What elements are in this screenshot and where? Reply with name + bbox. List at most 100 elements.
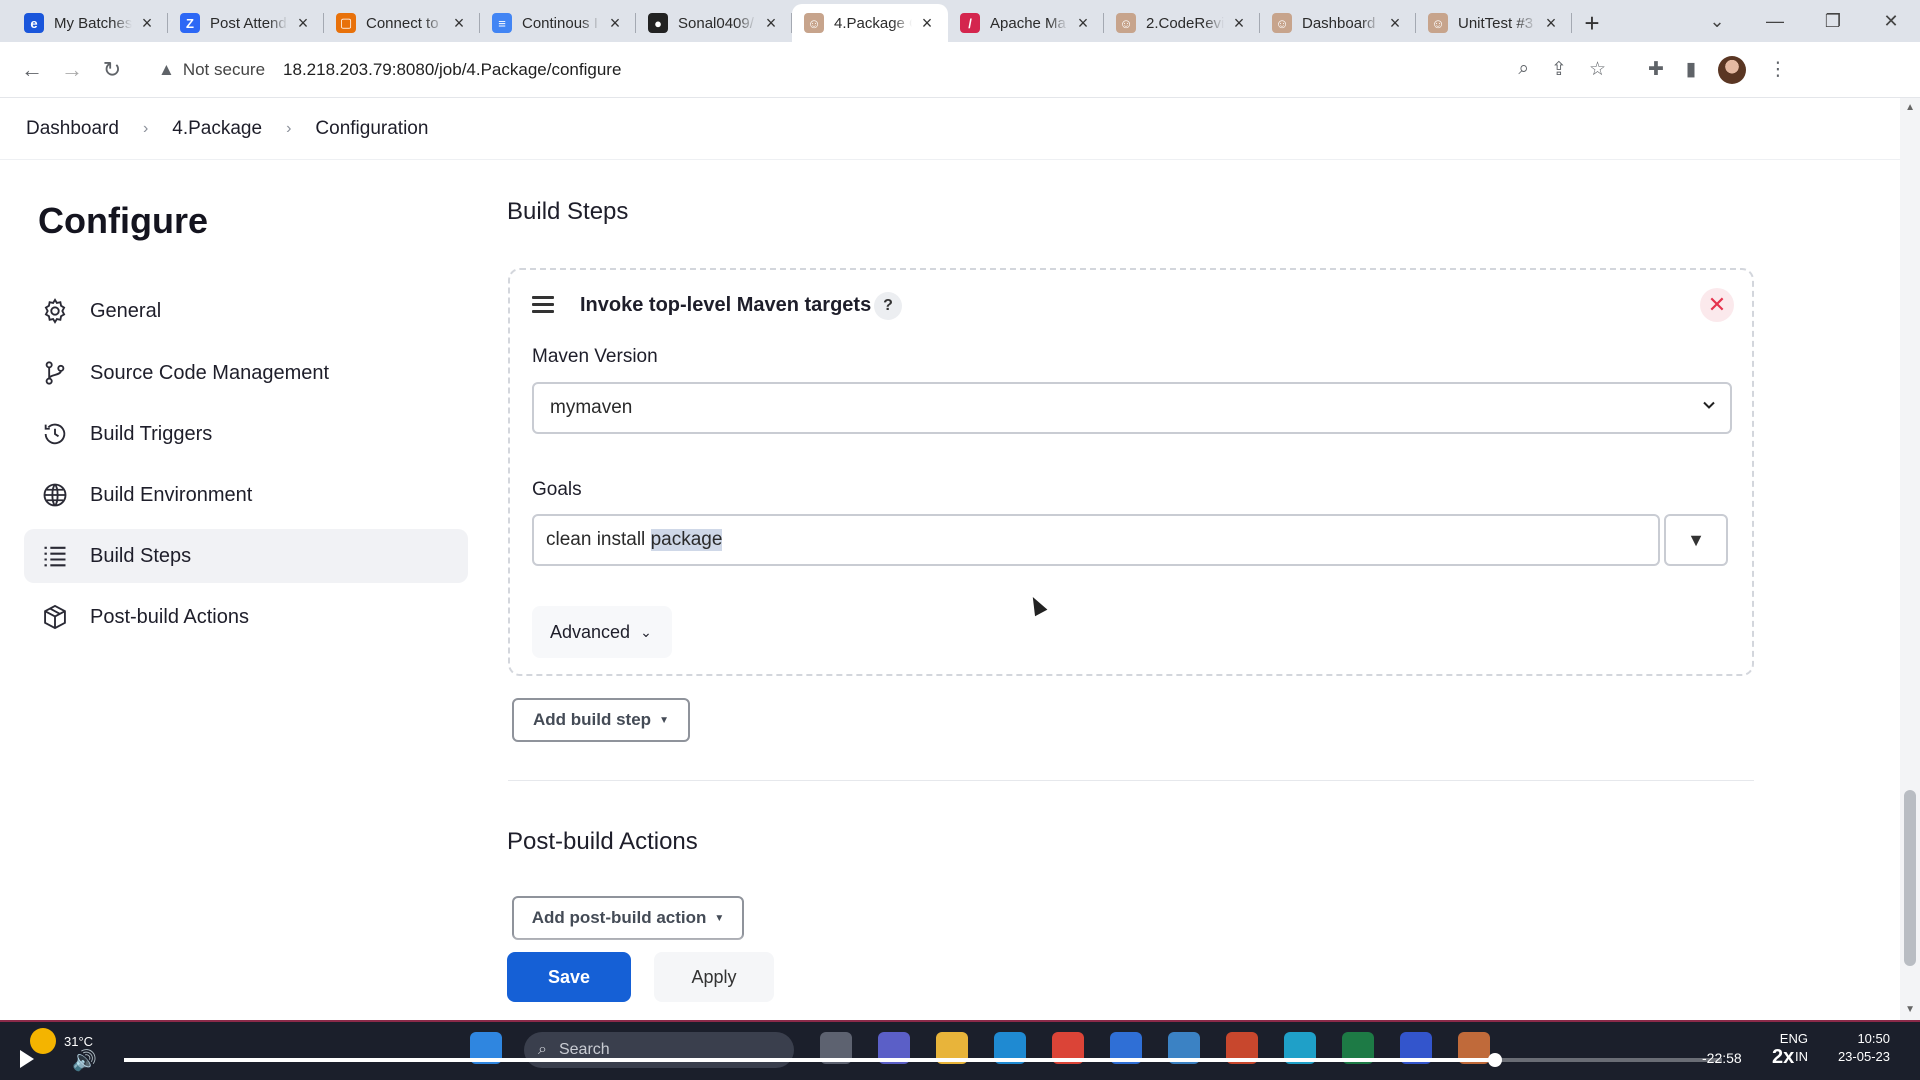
extensions-icon[interactable]: ✚	[1648, 58, 1664, 81]
tab-favicon-icon: ≡	[492, 13, 512, 33]
sidebar-item-source-code-management[interactable]: Source Code Management	[24, 346, 468, 400]
tab-close-icon[interactable]: ×	[138, 13, 156, 34]
advanced-button[interactable]: Advanced ⌄	[532, 606, 672, 658]
system-tray: ENG IN 10:50 23-05-23	[1780, 1030, 1890, 1066]
globe-icon	[40, 480, 70, 510]
chevron-right-icon: ›	[286, 119, 292, 137]
tab-favicon-icon: e	[24, 13, 44, 33]
sidebar-item-build-triggers[interactable]: Build Triggers	[24, 407, 468, 461]
forward-icon[interactable]: →	[52, 50, 92, 90]
temperature: 31°C	[64, 1033, 94, 1049]
sidebar-item-post-build-actions[interactable]: Post-build Actions	[24, 590, 468, 644]
package-icon	[40, 602, 70, 632]
tab-favicon-icon: /	[960, 13, 980, 33]
goals-input[interactable]: clean install package	[532, 514, 1660, 566]
breadcrumb-dashboard[interactable]: Dashboard	[26, 118, 119, 140]
share-icon[interactable]: ⇪	[1551, 58, 1567, 81]
maximize-icon[interactable]: ❐	[1804, 11, 1862, 32]
add-build-step-button[interactable]: Add build step ▼	[512, 698, 690, 742]
reload-icon[interactable]: ↻	[92, 50, 132, 90]
tab-close-icon[interactable]: ×	[1074, 13, 1092, 34]
tab-close-icon[interactable]: ×	[1230, 13, 1248, 34]
tab-favicon-icon: ☺	[1428, 13, 1448, 33]
section-divider	[508, 780, 1754, 781]
tab-favicon-icon: ▢	[336, 13, 356, 33]
advanced-label: Advanced	[550, 621, 631, 642]
maven-version-select[interactable]: mymaven	[532, 382, 1732, 434]
drag-handle-icon[interactable]	[532, 296, 554, 317]
tab-close-icon[interactable]: ×	[1542, 13, 1560, 34]
scroll-up-icon[interactable]: ▲	[1905, 102, 1915, 113]
tab-title: Dashboard	[1302, 14, 1376, 32]
tab-separator	[1571, 13, 1572, 33]
browser-tab[interactable]: e My Batches ×	[12, 4, 168, 42]
browser-tab[interactable]: / Apache Ma ×	[948, 4, 1104, 42]
scrollbar-thumb[interactable]	[1904, 790, 1916, 966]
taskbar-search[interactable]: ⌕ Search	[524, 1032, 794, 1068]
sidebar-item-label: Build Triggers	[90, 422, 213, 445]
browser-tab[interactable]: ☺ Dashboard ×	[1260, 4, 1416, 42]
sidebar-item-build-environment[interactable]: Build Environment	[24, 468, 468, 522]
playback-speed[interactable]: 2x	[1772, 1046, 1794, 1069]
volume-icon[interactable]: 🔊	[72, 1048, 97, 1073]
maven-build-step-card: Invoke top-level Maven targets ? ✕ Maven…	[508, 268, 1754, 676]
browser-tab[interactable]: Z Post Attendance ×	[168, 4, 324, 42]
chevron-down-icon: ⌄	[640, 623, 652, 640]
browser-tab[interactable]: ☺ 4.Package C ×	[792, 4, 948, 42]
breadcrumb-configuration[interactable]: Configuration	[315, 118, 428, 140]
security-label[interactable]: Not secure	[183, 60, 265, 80]
tab-close-icon[interactable]: ×	[294, 13, 312, 34]
browser-tab[interactable]: ▢ Connect to ×	[324, 4, 480, 42]
clock[interactable]: 10:50 23-05-23	[1838, 1030, 1890, 1066]
url-input[interactable]: ▲ Not secure 18.218.203.79:8080/job/4.Pa…	[142, 49, 1622, 90]
expand-goals-button[interactable]: ▼	[1664, 514, 1728, 566]
chevron-down-icon	[1703, 401, 1715, 409]
step-title: Invoke top-level Maven targets	[580, 294, 872, 316]
tab-close-icon[interactable]: ×	[762, 13, 780, 34]
page-title: Configure	[38, 200, 208, 241]
url-text[interactable]: 18.218.203.79:8080/job/4.Package/configu…	[283, 60, 621, 80]
sidebar-item-general[interactable]: General	[24, 284, 468, 338]
dropdown-caret-icon: ▼	[659, 714, 669, 726]
new-tab-button[interactable]: +	[1572, 4, 1612, 42]
bookmark-star-icon[interactable]: ☆	[1589, 58, 1606, 81]
tab-close-icon[interactable]: ×	[606, 13, 624, 34]
zoom-icon[interactable]: ⌕	[1518, 58, 1529, 81]
tab-title: Connect to	[366, 14, 439, 32]
tab-favicon-icon: ☺	[804, 13, 824, 33]
tab-close-icon[interactable]: ×	[450, 13, 468, 34]
remove-step-button[interactable]: ✕	[1700, 288, 1734, 322]
play-icon[interactable]	[20, 1050, 34, 1068]
video-progress-remaining[interactable]	[1496, 1058, 1722, 1062]
tab-search-icon[interactable]: ⌄	[1688, 11, 1746, 32]
search-icon: ⌕	[538, 1041, 547, 1058]
goals-label: Goals	[532, 479, 582, 500]
breadcrumb-job[interactable]: 4.Package	[172, 118, 262, 140]
close-window-icon[interactable]: ✕	[1862, 11, 1920, 32]
tab-close-icon[interactable]: ×	[918, 13, 936, 34]
scroll-down-icon[interactable]: ▼	[1905, 1004, 1915, 1015]
browser-tab[interactable]: ● Sonal0409/ ×	[636, 4, 792, 42]
browser-tab[interactable]: ☺ UnitTest #3 ×	[1416, 4, 1572, 42]
tab-close-icon[interactable]: ×	[1386, 13, 1404, 34]
save-button[interactable]: Save	[507, 952, 631, 1002]
profile-avatar[interactable]	[1718, 55, 1747, 84]
sidebar-item-label: General	[90, 299, 162, 322]
back-icon[interactable]: ←	[12, 50, 52, 90]
browser-tab[interactable]: ≡ Continous I ×	[480, 4, 636, 42]
minimize-icon[interactable]: —	[1746, 11, 1804, 32]
warning-icon[interactable]: ▲	[158, 60, 175, 80]
maven-version-value: mymaven	[550, 397, 633, 418]
side-panel-icon[interactable]: ▮	[1686, 58, 1696, 81]
menu-kebab-icon[interactable]: ⋮	[1768, 58, 1787, 81]
sidebar-item-build-steps[interactable]: Build Steps	[24, 529, 468, 583]
tab-title: 2.CodeRevi	[1146, 14, 1224, 32]
apply-button[interactable]: Apply	[654, 952, 774, 1002]
help-icon[interactable]: ?	[874, 292, 902, 320]
video-progress-bar[interactable]	[124, 1053, 1502, 1067]
browser-tab[interactable]: ☺ 2.CodeRevi ×	[1104, 4, 1260, 42]
clock-time: 10:50	[1857, 1031, 1890, 1046]
search-placeholder: Search	[558, 1041, 610, 1058]
browser-tab-strip: e My Batches × Z Post Attendance × ▢ Connect to…	[0, 0, 1920, 42]
add-post-build-label: Add post-build action	[531, 908, 707, 927]
